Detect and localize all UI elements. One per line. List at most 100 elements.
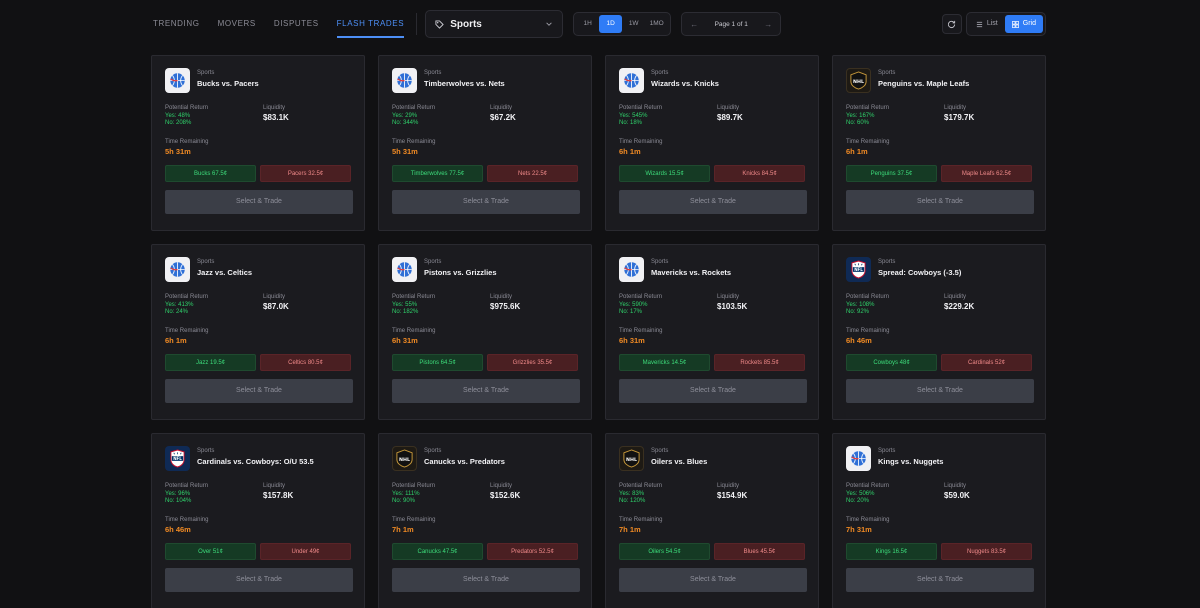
yes-outcome-button[interactable]: Mavericks 14.5¢ <box>619 354 710 371</box>
yes-outcome-button[interactable]: Over 51¢ <box>165 543 256 560</box>
select-trade-button[interactable]: Select & Trade <box>165 190 353 214</box>
liquidity-label: Liquidity <box>263 105 286 111</box>
no-outcome-button[interactable]: Nuggets 83.5¢ <box>941 543 1032 560</box>
no-outcome-button[interactable]: Rockets 85.5¢ <box>714 354 805 371</box>
list-view-button[interactable]: List <box>969 15 1005 33</box>
time-remaining-label: Time Remaining <box>619 328 663 334</box>
yes-return: Yes: 413% <box>165 302 194 308</box>
category-select[interactable]: Sports <box>425 10 564 38</box>
timeframe-1h[interactable]: 1H <box>576 15 599 33</box>
svg-text:NHL: NHL <box>626 457 637 463</box>
market-title: Bucks vs. Pacers <box>197 79 259 88</box>
timeframe-1d[interactable]: 1D <box>599 15 623 33</box>
time-remaining-label: Time Remaining <box>165 139 209 145</box>
liquidity-value: $67.2K <box>490 113 516 122</box>
no-outcome-button[interactable]: Grizzlies 35.5¢ <box>487 354 578 371</box>
yes-outcome-button[interactable]: Penguins 37.5¢ <box>846 165 937 182</box>
market-card: Sports Bucks vs. Pacers Potential Return… <box>151 55 365 231</box>
yes-outcome-button[interactable]: Pistons 64.5¢ <box>392 354 483 371</box>
yes-outcome-button[interactable]: Cowboys 48¢ <box>846 354 937 371</box>
no-outcome-button[interactable]: Pacers 32.5¢ <box>260 165 351 182</box>
nba-logo-icon <box>392 257 417 282</box>
liquidity-label: Liquidity <box>263 294 286 300</box>
select-trade-button[interactable]: Select & Trade <box>165 379 353 403</box>
potential-return-label: Potential Return <box>392 105 436 111</box>
yes-return: Yes: 29% <box>392 113 418 119</box>
potential-return-label: Potential Return <box>392 483 436 489</box>
yes-return: Yes: 55% <box>392 302 418 308</box>
tab-flash-trades[interactable]: FLASH TRADES <box>336 10 405 38</box>
tab-movers[interactable]: MOVERS <box>218 10 256 38</box>
no-outcome-button[interactable]: Nets 22.5¢ <box>487 165 578 182</box>
market-title: Jazz vs. Celtics <box>197 268 253 277</box>
time-remaining-value: 6h 1m <box>846 147 868 156</box>
yes-outcome-button[interactable]: Wizards 15.5¢ <box>619 165 710 182</box>
liquidity-label: Liquidity <box>263 483 286 489</box>
no-outcome-button[interactable]: Celtics 80.5¢ <box>260 354 351 371</box>
yes-return: Yes: 108% <box>846 302 875 308</box>
yes-outcome-button[interactable]: Timberwolves 77.5¢ <box>392 165 483 182</box>
yes-outcome-button[interactable]: Kings 16.5¢ <box>846 543 937 560</box>
time-remaining-value: 6h 1m <box>619 147 641 156</box>
timeframe-1mo[interactable]: 1MO <box>645 15 668 33</box>
tab-disputes[interactable]: DISPUTES <box>274 10 319 38</box>
divider <box>416 13 418 35</box>
no-outcome-button[interactable]: Blues 45.5¢ <box>714 543 805 560</box>
no-return: No: 120% <box>619 498 646 504</box>
select-trade-button[interactable]: Select & Trade <box>846 568 1034 592</box>
yes-return: Yes: 506% <box>846 491 875 497</box>
time-remaining-value: 6h 31m <box>392 336 418 345</box>
market-category: Sports <box>424 448 442 454</box>
select-trade-button[interactable]: Select & Trade <box>392 190 580 214</box>
market-category: Sports <box>197 259 215 265</box>
refresh-button[interactable] <box>941 14 962 34</box>
market-category: Sports <box>878 70 896 76</box>
liquidity-value: $83.1K <box>263 113 289 122</box>
market-category: Sports <box>197 448 215 454</box>
no-outcome-button[interactable]: Predators 52.5¢ <box>487 543 578 560</box>
svg-text:NHL: NHL <box>853 79 864 85</box>
market-title: Cardinals vs. Cowboys: O/U 53.5 <box>197 457 314 466</box>
yes-return: Yes: 96% <box>165 491 191 497</box>
select-trade-button[interactable]: Select & Trade <box>392 568 580 592</box>
yes-outcome-button[interactable]: Jazz 19.5¢ <box>165 354 256 371</box>
nfl-logo-icon: NFL <box>846 257 871 282</box>
select-trade-button[interactable]: Select & Trade <box>846 190 1034 214</box>
no-outcome-button[interactable]: Under 49¢ <box>260 543 351 560</box>
liquidity-label: Liquidity <box>944 294 967 300</box>
svg-text:NFL: NFL <box>173 456 182 461</box>
no-return: No: 104% <box>165 498 192 504</box>
market-card: Sports Wizards vs. Knicks Potential Retu… <box>605 55 819 231</box>
time-remaining-value: 6h 46m <box>846 336 872 345</box>
prev-page-button[interactable]: ← <box>690 20 698 29</box>
yes-return: Yes: 590% <box>619 302 648 308</box>
yes-return: Yes: 111% <box>392 491 420 497</box>
select-trade-button[interactable]: Select & Trade <box>619 568 807 592</box>
market-card: Sports Jazz vs. Celtics Potential Return… <box>151 244 365 420</box>
no-outcome-button[interactable]: Maple Leafs 62.5¢ <box>941 165 1032 182</box>
select-trade-button[interactable]: Select & Trade <box>392 379 580 403</box>
no-outcome-button[interactable]: Cardinals 52¢ <box>941 354 1032 371</box>
liquidity-label: Liquidity <box>944 483 967 489</box>
liquidity-value: $229.2K <box>944 302 975 311</box>
view-toggle: List Grid <box>965 12 1046 36</box>
timeframe-1w[interactable]: 1W <box>622 15 645 33</box>
no-return: No: 182% <box>392 309 419 315</box>
tab-trending[interactable]: TRENDING <box>153 10 200 38</box>
select-trade-button[interactable]: Select & Trade <box>846 379 1034 403</box>
nhl-logo-icon: NHL <box>846 68 871 93</box>
nhl-logo-icon: NHL <box>392 446 417 471</box>
potential-return-label: Potential Return <box>619 483 663 489</box>
select-trade-button[interactable]: Select & Trade <box>165 568 353 592</box>
grid-view-button[interactable]: Grid <box>1004 15 1043 33</box>
svg-text:NHL: NHL <box>399 457 410 463</box>
yes-outcome-button[interactable]: Oilers 54.5¢ <box>619 543 710 560</box>
yes-outcome-button[interactable]: Bucks 67.5¢ <box>165 165 256 182</box>
no-outcome-button[interactable]: Knicks 84.5¢ <box>714 165 805 182</box>
select-trade-button[interactable]: Select & Trade <box>619 379 807 403</box>
select-trade-button[interactable]: Select & Trade <box>619 190 807 214</box>
yes-outcome-button[interactable]: Canucks 47.5¢ <box>392 543 483 560</box>
liquidity-label: Liquidity <box>490 483 513 489</box>
market-title: Wizards vs. Knicks <box>651 79 719 88</box>
next-page-button[interactable]: → <box>764 20 772 29</box>
